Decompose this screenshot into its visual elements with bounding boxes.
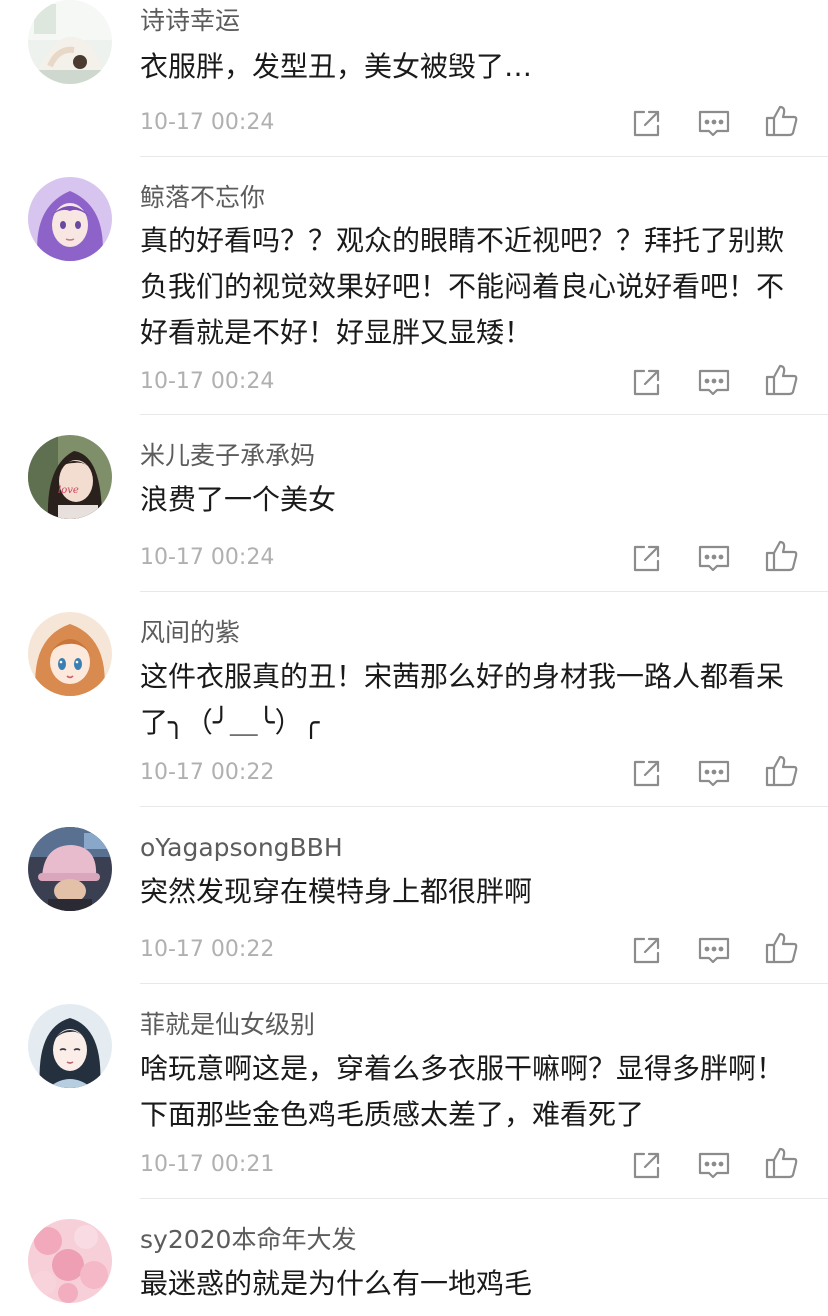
comment-username[interactable]: sy2020本命年大发 <box>140 1223 356 1257</box>
share-icon[interactable] <box>629 540 665 576</box>
comment-text: 衣服胖，发型丑，美女被毁了… <box>140 50 533 83</box>
thumbs-up-icon[interactable] <box>764 362 800 398</box>
thumbs-up-icon[interactable] <box>764 1145 800 1181</box>
comment-username[interactable]: 鲸落不忘你 <box>140 181 265 215</box>
reply-icon[interactable] <box>696 932 732 968</box>
thumbs-up-icon[interactable] <box>764 930 800 966</box>
comment-divider <box>140 156 828 157</box>
comment-text: 真的好看吗？？观众的眼睛不近视吧？？拜托了别欺负我们的视觉效果好吧！不能闷着良心… <box>140 224 785 349</box>
thumbs-up-icon[interactable] <box>764 103 800 139</box>
reply-icon[interactable] <box>696 540 732 576</box>
comment-username[interactable]: 风间的紫 <box>140 616 240 650</box>
comment-text: 浪费了一个美女 <box>140 483 337 516</box>
comment-divider <box>140 1198 828 1199</box>
svg-text:love: love <box>58 485 79 496</box>
comment-divider <box>140 414 828 415</box>
comment-timestamp: 10-17 00:22 <box>140 937 275 962</box>
comment-divider <box>140 983 828 984</box>
user-avatar[interactable] <box>28 177 112 261</box>
user-avatar[interactable] <box>28 0 112 84</box>
comment-divider <box>140 806 828 807</box>
comment-timestamp: 10-17 00:24 <box>140 110 275 135</box>
comment-username[interactable]: 米儿麦子承承妈 <box>140 439 315 473</box>
comment-username[interactable]: oYagapsongBBH <box>140 831 343 865</box>
user-avatar[interactable] <box>28 1004 112 1088</box>
thumbs-up-icon[interactable] <box>764 538 800 574</box>
comment-text: 啥玩意啊这是，穿着么多衣服干嘛啊？显得多胖啊！下面那些金色鸡毛质感太差了，难看死… <box>140 1052 785 1131</box>
comment-timestamp: 10-17 00:22 <box>140 760 275 785</box>
share-icon[interactable] <box>629 932 665 968</box>
comment-timestamp: 10-17 00:24 <box>140 369 275 394</box>
reply-icon[interactable] <box>696 105 732 141</box>
comment-username[interactable]: 菲就是仙女级别 <box>140 1008 315 1042</box>
reply-icon[interactable] <box>696 755 732 791</box>
comment-text: 这件衣服真的丑！宋茜那么好的身材我一路人都看呆了╮（╯＿╰）╭ <box>140 660 785 739</box>
user-avatar[interactable] <box>28 1219 112 1303</box>
reply-icon[interactable] <box>696 1147 732 1183</box>
comment-username[interactable]: 诗诗幸运 <box>140 4 240 38</box>
user-avatar[interactable] <box>28 612 112 696</box>
comment-text: 突然发现穿在模特身上都很胖啊 <box>140 875 533 908</box>
share-icon[interactable] <box>629 1147 665 1183</box>
share-icon[interactable] <box>629 105 665 141</box>
comment-timestamp: 10-17 00:24 <box>140 545 275 570</box>
thumbs-up-icon[interactable] <box>764 753 800 789</box>
user-avatar[interactable] <box>28 827 112 911</box>
comment-divider <box>140 591 828 592</box>
comment-text: 最迷惑的就是为什么有一地鸡毛 <box>140 1267 533 1300</box>
reply-icon[interactable] <box>696 364 732 400</box>
share-icon[interactable] <box>629 364 665 400</box>
user-avatar[interactable]: love <box>28 435 112 519</box>
share-icon[interactable] <box>629 755 665 791</box>
comment-timestamp: 10-17 00:21 <box>140 1152 275 1177</box>
